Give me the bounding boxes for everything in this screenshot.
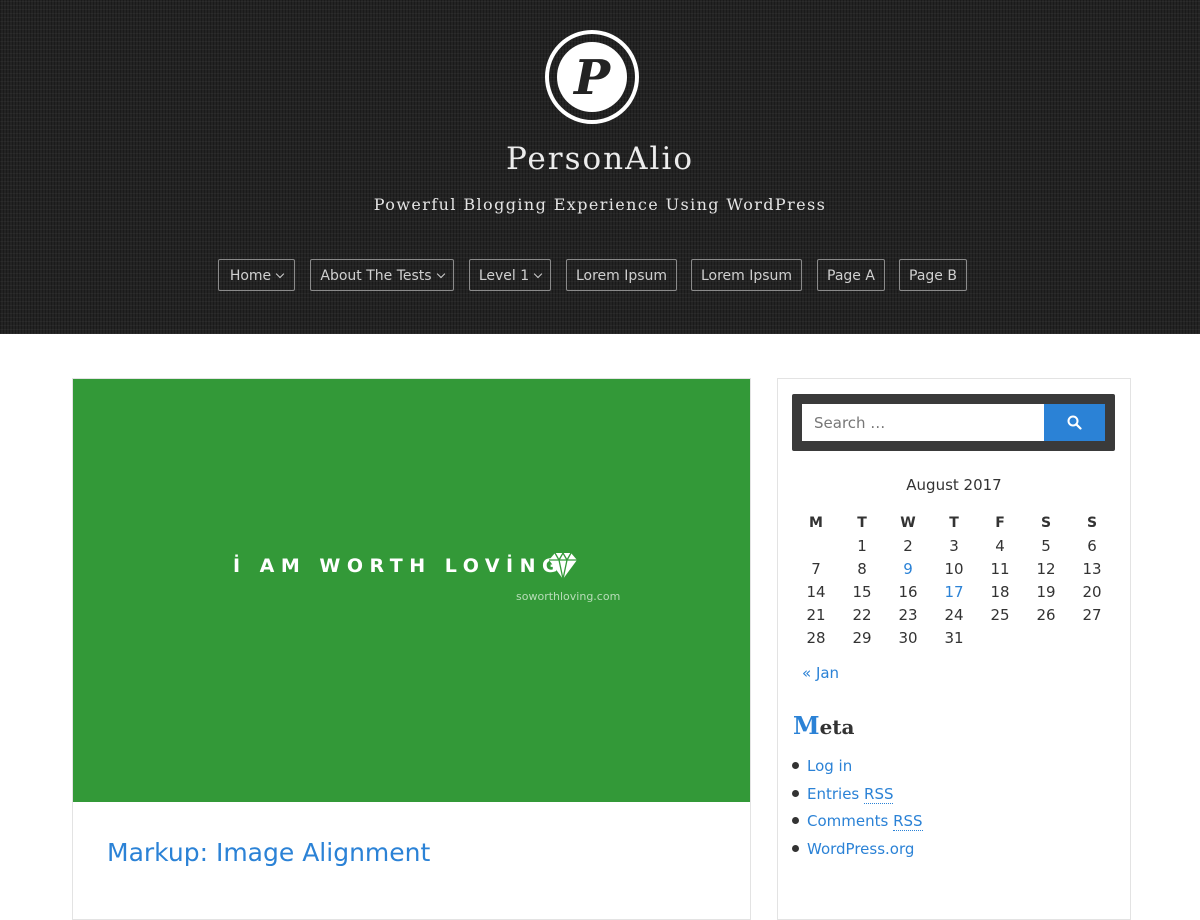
- chevron-down-icon: [436, 269, 445, 279]
- search-widget: [792, 394, 1115, 451]
- diamond-heart-icon: [549, 551, 577, 580]
- meta-link-abbr[interactable]: RSS: [864, 784, 894, 804]
- meta-link-text[interactable]: WordPress.org: [807, 840, 914, 858]
- calendar-weekday-header: M T W T F S S: [793, 512, 1115, 534]
- nav-item-level-1[interactable]: Level 1: [469, 259, 551, 291]
- weekday-label: S: [1086, 515, 1098, 531]
- calendar-week-row: 7 8 9 10 11 12 13: [793, 558, 1115, 580]
- featured-image-text: İ AM WORTH LOVİNG: [233, 555, 565, 577]
- weekday-label: T: [857, 515, 867, 531]
- calendar-day: 31: [944, 629, 964, 647]
- meta-link-text[interactable]: Comments: [807, 812, 893, 830]
- bullet-icon: [792, 817, 799, 824]
- weekday-label: T: [949, 515, 959, 531]
- meta-link-text[interactable]: Log in: [807, 757, 852, 775]
- search-input[interactable]: [802, 404, 1044, 441]
- bullet-icon: [792, 789, 799, 797]
- nav-item-lorem-ipsum-1[interactable]: Lorem Ipsum: [566, 259, 677, 291]
- meta-title-rest: eta: [819, 715, 855, 739]
- calendar-day: 23: [898, 606, 918, 624]
- meta-link-abbr[interactable]: RSS: [893, 812, 923, 831]
- calendar-day: 19: [1036, 583, 1056, 601]
- calendar-day: 21: [806, 606, 826, 624]
- bullet-icon: [792, 844, 799, 852]
- calendar-week-row: 28 29 30 31: [793, 627, 1115, 649]
- nav-item-page-b[interactable]: Page B: [899, 259, 967, 291]
- nav-item-label: Home: [229, 268, 272, 284]
- weekday-label: M: [809, 515, 823, 531]
- calendar-day: 3: [949, 537, 959, 555]
- calendar-day: 28: [806, 629, 826, 647]
- nav-item-label: Level 1: [478, 268, 530, 284]
- calendar-day: 10: [944, 560, 964, 578]
- calendar-day: 20: [1082, 583, 1102, 601]
- calendar-day: 5: [1041, 537, 1051, 555]
- calendar-caption: August 2017: [906, 476, 1002, 494]
- nav-item-page-a[interactable]: Page A: [817, 259, 885, 291]
- meta-list-item[interactable]: Entries RSS: [792, 784, 894, 804]
- chevron-down-icon: [275, 269, 285, 279]
- nav-item-home[interactable]: Home: [218, 259, 295, 291]
- site-logo-icon[interactable]: P: [543, 28, 641, 126]
- calendar-day: 27: [1082, 606, 1102, 624]
- calendar-day: 6: [1087, 537, 1097, 555]
- calendar-day: 16: [898, 583, 918, 601]
- meta-link-text[interactable]: Entries: [807, 785, 864, 803]
- meta-list-item[interactable]: WordPress.org: [792, 840, 914, 858]
- nav-item-about-the-tests[interactable]: About The Tests: [310, 259, 454, 291]
- site-header: P PersonAlio Powerful Blogging Experienc…: [0, 0, 1200, 334]
- calendar-day: 18: [990, 583, 1010, 601]
- meta-widget-title: Meta: [793, 711, 855, 740]
- calendar-day: 2: [903, 537, 913, 555]
- chevron-down-icon: [533, 269, 543, 279]
- post-title[interactable]: Markup: Image Alignment: [107, 838, 430, 867]
- bullet-icon: [792, 762, 799, 769]
- calendar-day: 24: [944, 606, 964, 624]
- nav-item-label: Lorem Ipsum: [575, 268, 668, 284]
- search-icon: [1067, 415, 1082, 430]
- nav-item-label: Page B: [909, 268, 957, 284]
- site-title[interactable]: PersonAlio: [0, 141, 1200, 177]
- sidebar: August 2017 M T W T F S S 12345678910111…: [777, 378, 1131, 920]
- weekday-label: S: [1040, 515, 1052, 531]
- weekday-label: W: [900, 515, 916, 531]
- calendar-day: 1: [857, 537, 867, 555]
- calendar-day: 13: [1082, 560, 1102, 578]
- calendar-day: 11: [990, 560, 1010, 578]
- calendar-week-row: 14 15 16 17 18 19 20: [793, 581, 1115, 603]
- calendar-day: 29: [852, 629, 872, 647]
- nav-item-label: Page A: [827, 268, 875, 284]
- featured-image[interactable]: İ AM WORTH LOVİNG soworthloving.com: [73, 379, 750, 802]
- calendar-day: 8: [857, 560, 867, 578]
- calendar-day: 15: [852, 583, 872, 601]
- calendar-day: 7: [811, 560, 821, 578]
- calendar-day: 26: [1036, 606, 1056, 624]
- svg-text:P: P: [572, 50, 612, 106]
- nav-item-lorem-ipsum-2[interactable]: Lorem Ipsum: [691, 259, 802, 291]
- search-button[interactable]: [1044, 404, 1105, 441]
- calendar-day: 30: [898, 629, 918, 647]
- calendar-week-row: 21 22 23 24 25 26 27: [793, 604, 1115, 626]
- calendar-day[interactable]: 9: [885, 558, 931, 580]
- nav-item-label: Lorem Ipsum: [700, 268, 793, 284]
- calendar-day: 12: [1036, 560, 1056, 578]
- meta-list-item[interactable]: Comments RSS: [792, 812, 923, 831]
- site-tagline: Powerful Blogging Experience Using WordP…: [373, 195, 827, 214]
- calendar-week-row: 1 2 3 4 5 6: [793, 535, 1115, 557]
- calendar-day[interactable]: 17: [931, 581, 977, 603]
- calendar-day: 14: [806, 583, 826, 601]
- calendar-day: 22: [852, 606, 872, 624]
- featured-image-url: soworthloving.com: [516, 590, 621, 603]
- weekday-label: F: [995, 515, 1005, 531]
- nav-item-label: About The Tests: [320, 268, 432, 284]
- meta-list-item[interactable]: Log in: [792, 757, 852, 775]
- calendar-day: 4: [995, 537, 1005, 555]
- calendar-prev-link[interactable]: « Jan: [802, 664, 839, 682]
- meta-title-initial: M: [793, 711, 820, 740]
- calendar-day: 25: [990, 606, 1010, 624]
- post-card: İ AM WORTH LOVİNG soworthloving.com Mark…: [72, 378, 751, 920]
